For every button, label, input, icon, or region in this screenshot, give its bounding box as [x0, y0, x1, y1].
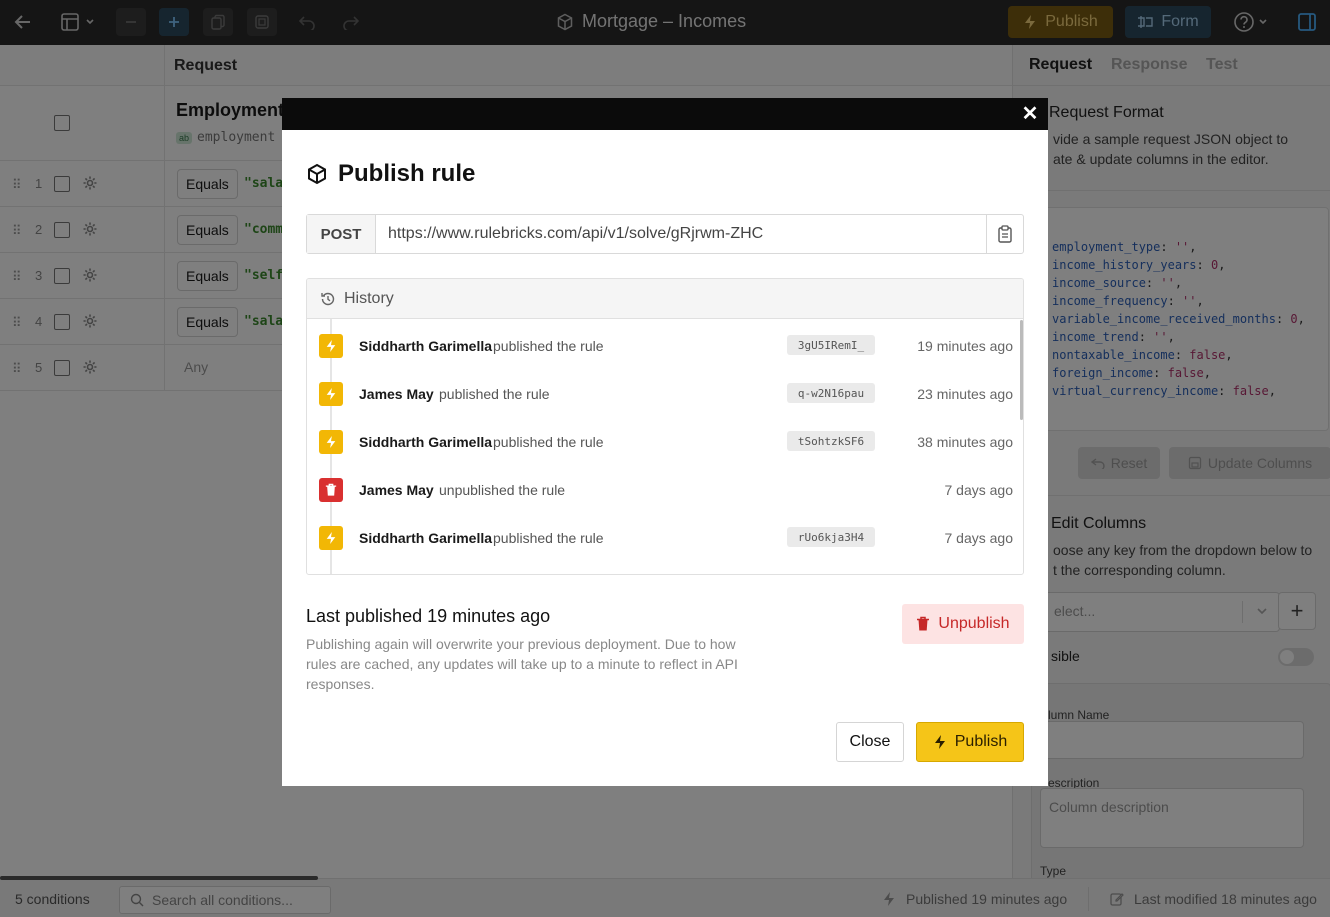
- history-action: published the rule: [493, 434, 604, 450]
- unpublish-button[interactable]: Unpublish: [902, 604, 1024, 644]
- unpublish-label: Unpublish: [938, 615, 1010, 632]
- lightning-icon: [319, 430, 343, 454]
- history-item: Siddharth Garimella published the rule tSo…: [307, 418, 1023, 466]
- lightning-icon: [319, 334, 343, 358]
- version-hash[interactable]: tSohtzkSF6: [787, 431, 875, 451]
- history-item: James May published the rule q-w2N16pau 23 …: [307, 370, 1023, 418]
- version-hash[interactable]: q-w2N16pau: [787, 383, 875, 403]
- modal-title: Publish rule: [306, 160, 475, 188]
- history-user: Siddharth Garimella: [359, 434, 493, 450]
- history-time: 7 days ago: [944, 482, 1014, 498]
- modal-titlebar: ✕: [282, 98, 1048, 130]
- http-method: POST: [307, 215, 376, 253]
- endpoint-url[interactable]: https://www.rulebricks.com/api/v1/solve/…: [376, 215, 986, 253]
- clipboard-icon: [998, 225, 1012, 243]
- lightning-icon: [934, 735, 945, 749]
- publish-label: Publish: [954, 733, 1008, 750]
- history-user: James May: [359, 386, 434, 402]
- history-header: History: [307, 279, 1023, 319]
- history-icon: [321, 292, 335, 305]
- history-item: James May unpublished the rule 7 days ago: [307, 466, 1023, 514]
- lightning-icon: [319, 382, 343, 406]
- version-hash[interactable]: 3gU5IRemI_: [787, 335, 875, 355]
- history-time: 19 minutes ago: [917, 338, 1013, 354]
- history-item: Siddharth Garimella published the rule rUo…: [307, 514, 1023, 562]
- close-icon[interactable]: ✕: [1020, 104, 1040, 124]
- history-action: published the rule: [493, 530, 604, 546]
- lightning-icon: [319, 526, 343, 550]
- version-hash[interactable]: rUo6kja3H4: [787, 527, 875, 547]
- history-user: James May: [359, 482, 434, 498]
- history-user: Siddharth Garimella: [359, 338, 493, 354]
- publish-button[interactable]: Publish: [916, 722, 1024, 762]
- history-time: 7 days ago: [944, 530, 1014, 546]
- cube-icon: [308, 163, 326, 185]
- history-scrollbar[interactable]: [1020, 320, 1023, 420]
- publish-modal: ✕ Publish rule POST https://www.rulebric…: [282, 98, 1048, 786]
- history-user: Siddharth Garimella: [359, 530, 493, 546]
- history-title: History: [344, 289, 394, 307]
- history-time: 23 minutes ago: [917, 386, 1013, 402]
- modal-title-text: Publish rule: [338, 160, 476, 187]
- last-published-description: Publishing again will overwrite your pre…: [306, 636, 738, 692]
- trash-icon: [917, 616, 930, 631]
- history-panel: History Siddharth Garimella published the…: [306, 278, 1024, 575]
- last-published-title: Last published 19 minutes ago: [306, 606, 551, 626]
- history-action: published the rule: [493, 338, 604, 354]
- history-action: unpublished the rule: [439, 482, 566, 498]
- trash-icon: [319, 478, 343, 502]
- copy-url-button[interactable]: [986, 215, 1023, 253]
- history-action: published the rule: [439, 386, 550, 402]
- api-endpoint: POST https://www.rulebricks.com/api/v1/s…: [306, 214, 1024, 254]
- history-time: 38 minutes ago: [917, 434, 1013, 450]
- close-button[interactable]: Close: [836, 722, 904, 762]
- history-item: Siddharth Garimella published the rule 3gU…: [307, 322, 1023, 370]
